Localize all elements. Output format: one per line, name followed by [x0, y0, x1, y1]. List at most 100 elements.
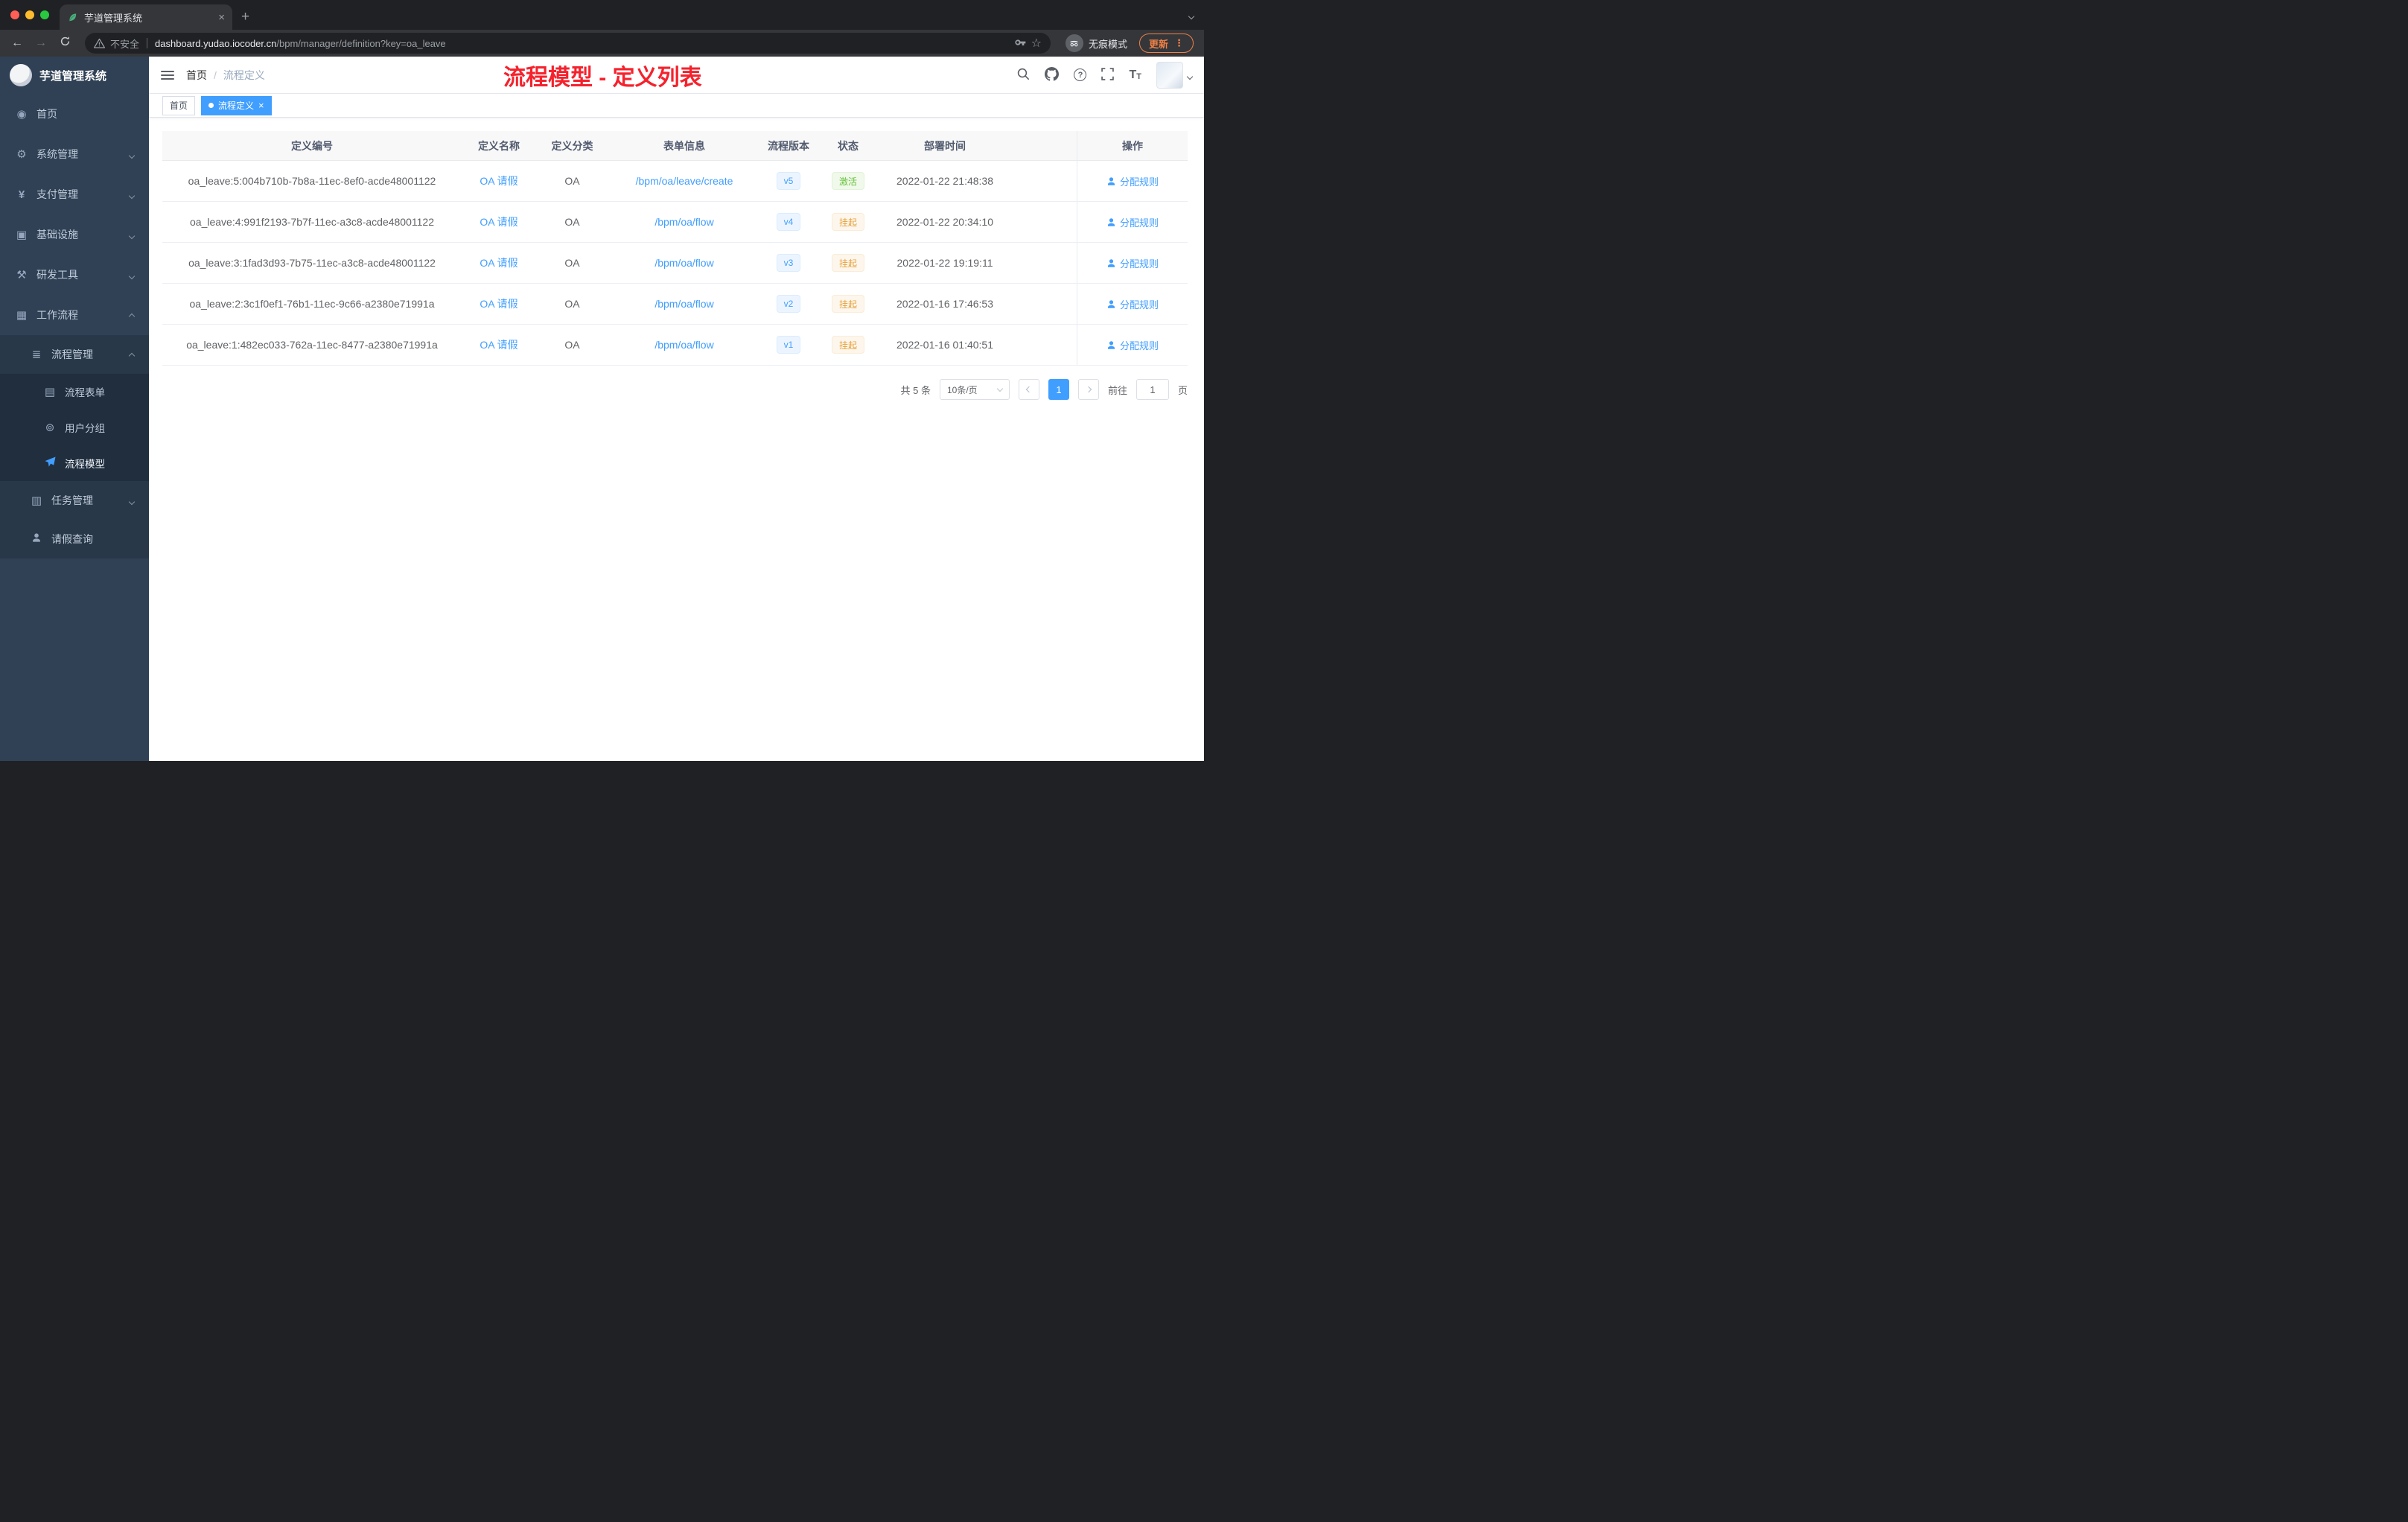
deploy-time: 2022-01-22 21:48:38 — [896, 175, 993, 187]
tag-close-icon[interactable]: × — [258, 101, 264, 110]
reload-icon[interactable] — [55, 36, 74, 51]
status-tag: 挂起 — [831, 213, 864, 231]
page-annotation: 流程模型 - 定义列表 — [503, 65, 702, 90]
form-info-link[interactable]: /bpm/oa/flow — [654, 339, 713, 351]
update-button[interactable]: 更新 ⋮ — [1138, 34, 1194, 53]
prev-page-button[interactable] — [1018, 379, 1039, 400]
url-text: dashboard.yudao.iocoder.cn/bpm/manager/d… — [155, 38, 446, 49]
person-icon — [1107, 340, 1115, 349]
sidebar-toggle-icon[interactable] — [161, 70, 174, 80]
tab-close-icon[interactable]: × — [218, 11, 225, 24]
sidebar-item-label: 流程表单 — [65, 387, 105, 398]
breadcrumb-separator: / — [214, 69, 217, 81]
page-size-select[interactable]: 10条/页 — [939, 379, 1010, 400]
table-header-row: 定义编号 定义名称 定义分类 表单信息 流程版本 状态 部署时间 操作 — [162, 131, 1188, 161]
sidebar-item-dev-tools[interactable]: 研发工具 — [0, 255, 149, 295]
window-zoom-button[interactable] — [40, 10, 49, 19]
status-tag: 挂起 — [831, 336, 864, 354]
logo-image — [10, 64, 32, 86]
form-info-link[interactable]: /bpm/oa/flow — [654, 298, 713, 310]
assign-rule-link[interactable]: 分配规则 — [1106, 297, 1159, 311]
window-minimize-button[interactable] — [25, 10, 34, 19]
deploy-time: 2022-01-22 19:19:11 — [896, 257, 993, 269]
definition-id: oa_leave:4:991f2193-7b7f-11ec-a3c8-acde4… — [190, 216, 434, 228]
assign-rule-link[interactable]: 分配规则 — [1106, 256, 1159, 270]
sidebar-item-process-management[interactable]: 流程管理 — [0, 335, 149, 374]
form-info-link[interactable]: /bpm/oa/leave/create — [636, 175, 733, 187]
next-page-button[interactable] — [1077, 379, 1099, 400]
browser-tab[interactable]: 芋道管理系统 × — [60, 4, 232, 30]
definition-name-link[interactable]: OA 请假 — [480, 173, 517, 188]
definition-name-link[interactable]: OA 请假 — [480, 337, 517, 352]
definition-category: OA — [564, 257, 580, 269]
sidebar-item-system-management[interactable]: 系统管理 — [0, 134, 149, 174]
active-dot — [208, 103, 214, 108]
screen: 芋道管理系统 × + ← → 不安全 dashboard.yudao.iocod… — [0, 0, 1204, 761]
pagination: 共 5 条 10条/页 1 前往 页 — [162, 379, 1188, 400]
sidebar-item-label: 基础设施 — [36, 229, 78, 241]
definition-name-link[interactable]: OA 请假 — [480, 296, 517, 311]
insecure-warning-icon — [94, 38, 105, 48]
tag-process-definition[interactable]: 流程定义 × — [201, 95, 272, 115]
column-header-definition-name: 定义名称 — [478, 139, 520, 152]
browser-menu-dots-icon[interactable]: ⋮ — [1174, 37, 1184, 49]
goto-unit: 页 — [1177, 384, 1188, 396]
tag-home[interactable]: 首页 — [162, 95, 196, 115]
help-icon[interactable] — [1074, 69, 1087, 81]
sidebar-item-process-forms[interactable]: 流程表单 — [0, 374, 149, 410]
app-logo[interactable]: 芋道管理系统 — [0, 57, 149, 94]
assign-rule-link[interactable]: 分配规则 — [1106, 338, 1159, 352]
font-size-icon[interactable] — [1129, 69, 1141, 81]
sidebar-item-payment-management[interactable]: 支付管理 — [0, 174, 149, 214]
window-close-button[interactable] — [10, 10, 19, 19]
forward-icon[interactable]: → — [31, 36, 51, 50]
definition-id: oa_leave:3:1fad3d93-7b75-11ec-a3c8-acde4… — [188, 257, 436, 269]
sidebar-item-process-models[interactable]: 流程模型 — [0, 445, 149, 481]
form-info-link[interactable]: /bpm/oa/flow — [654, 257, 713, 269]
goto-label: 前往 — [1107, 384, 1127, 396]
breadcrumb: 首页 / 流程定义 — [186, 68, 265, 83]
assign-rule-link[interactable]: 分配规则 — [1106, 174, 1159, 188]
fullscreen-icon[interactable] — [1101, 67, 1115, 83]
column-header-category: 定义分类 — [551, 139, 593, 152]
deploy-time: 2022-01-22 20:34:10 — [896, 216, 993, 228]
definition-category: OA — [564, 216, 580, 228]
page-1-button[interactable]: 1 — [1048, 379, 1069, 400]
url-bar[interactable]: 不安全 dashboard.yudao.iocoder.cn/bpm/manag… — [85, 33, 1051, 54]
sidebar-item-label: 工作流程 — [36, 309, 78, 321]
new-tab-button[interactable]: + — [241, 9, 249, 25]
breadcrumb-home[interactable]: 首页 — [186, 68, 207, 83]
table-row: oa_leave:2:3c1f0ef1-76b1-11ec-9c66-a2380… — [162, 284, 1188, 325]
tab-favicon-icon — [69, 13, 77, 21]
sidebar-item-task-management[interactable]: 任务管理 — [0, 481, 149, 520]
password-key-icon[interactable] — [1014, 36, 1026, 51]
navbar-actions — [1016, 61, 1194, 89]
assign-rule-link[interactable]: 分配规则 — [1106, 215, 1159, 229]
person-icon — [30, 532, 43, 546]
sidebar-item-home[interactable]: 首页 — [0, 94, 149, 134]
back-icon[interactable]: ← — [7, 36, 27, 50]
version-tag: v3 — [776, 254, 801, 272]
assign-rule-label: 分配规则 — [1119, 299, 1159, 311]
sidebar-item-user-groups[interactable]: 用户分组 — [0, 410, 149, 445]
sidebar-item-workflow[interactable]: 工作流程 — [0, 295, 149, 335]
table-row: oa_leave:5:004b710b-7b8a-11ec-8ef0-acde4… — [162, 161, 1188, 202]
tab-search-icon[interactable] — [1188, 9, 1195, 21]
search-icon[interactable] — [1016, 67, 1030, 83]
bookmark-star-icon[interactable]: ☆ — [1031, 36, 1042, 51]
column-header-deploy-time: 部署时间 — [924, 139, 966, 152]
column-header-actions: 操作 — [1077, 131, 1188, 160]
definition-name-link[interactable]: OA 请假 — [480, 255, 517, 270]
caret-down-icon — [1186, 69, 1194, 81]
form-info-link[interactable]: /bpm/oa/flow — [654, 216, 713, 228]
sidebar-item-leave-query[interactable]: 请假查询 — [0, 520, 149, 558]
definition-name-link[interactable]: OA 请假 — [480, 214, 517, 229]
sidebar-menu: 首页 系统管理 支付管理 基础设施 — [0, 94, 149, 558]
chevron-down-icon — [128, 494, 136, 506]
user-menu[interactable] — [1156, 61, 1194, 89]
sidebar-item-infrastructure[interactable]: 基础设施 — [0, 214, 149, 255]
goto-page-input[interactable] — [1135, 379, 1169, 400]
status-tag: 挂起 — [831, 254, 864, 272]
github-icon[interactable] — [1045, 66, 1060, 83]
tab-title: 芋道管理系统 — [84, 12, 143, 24]
